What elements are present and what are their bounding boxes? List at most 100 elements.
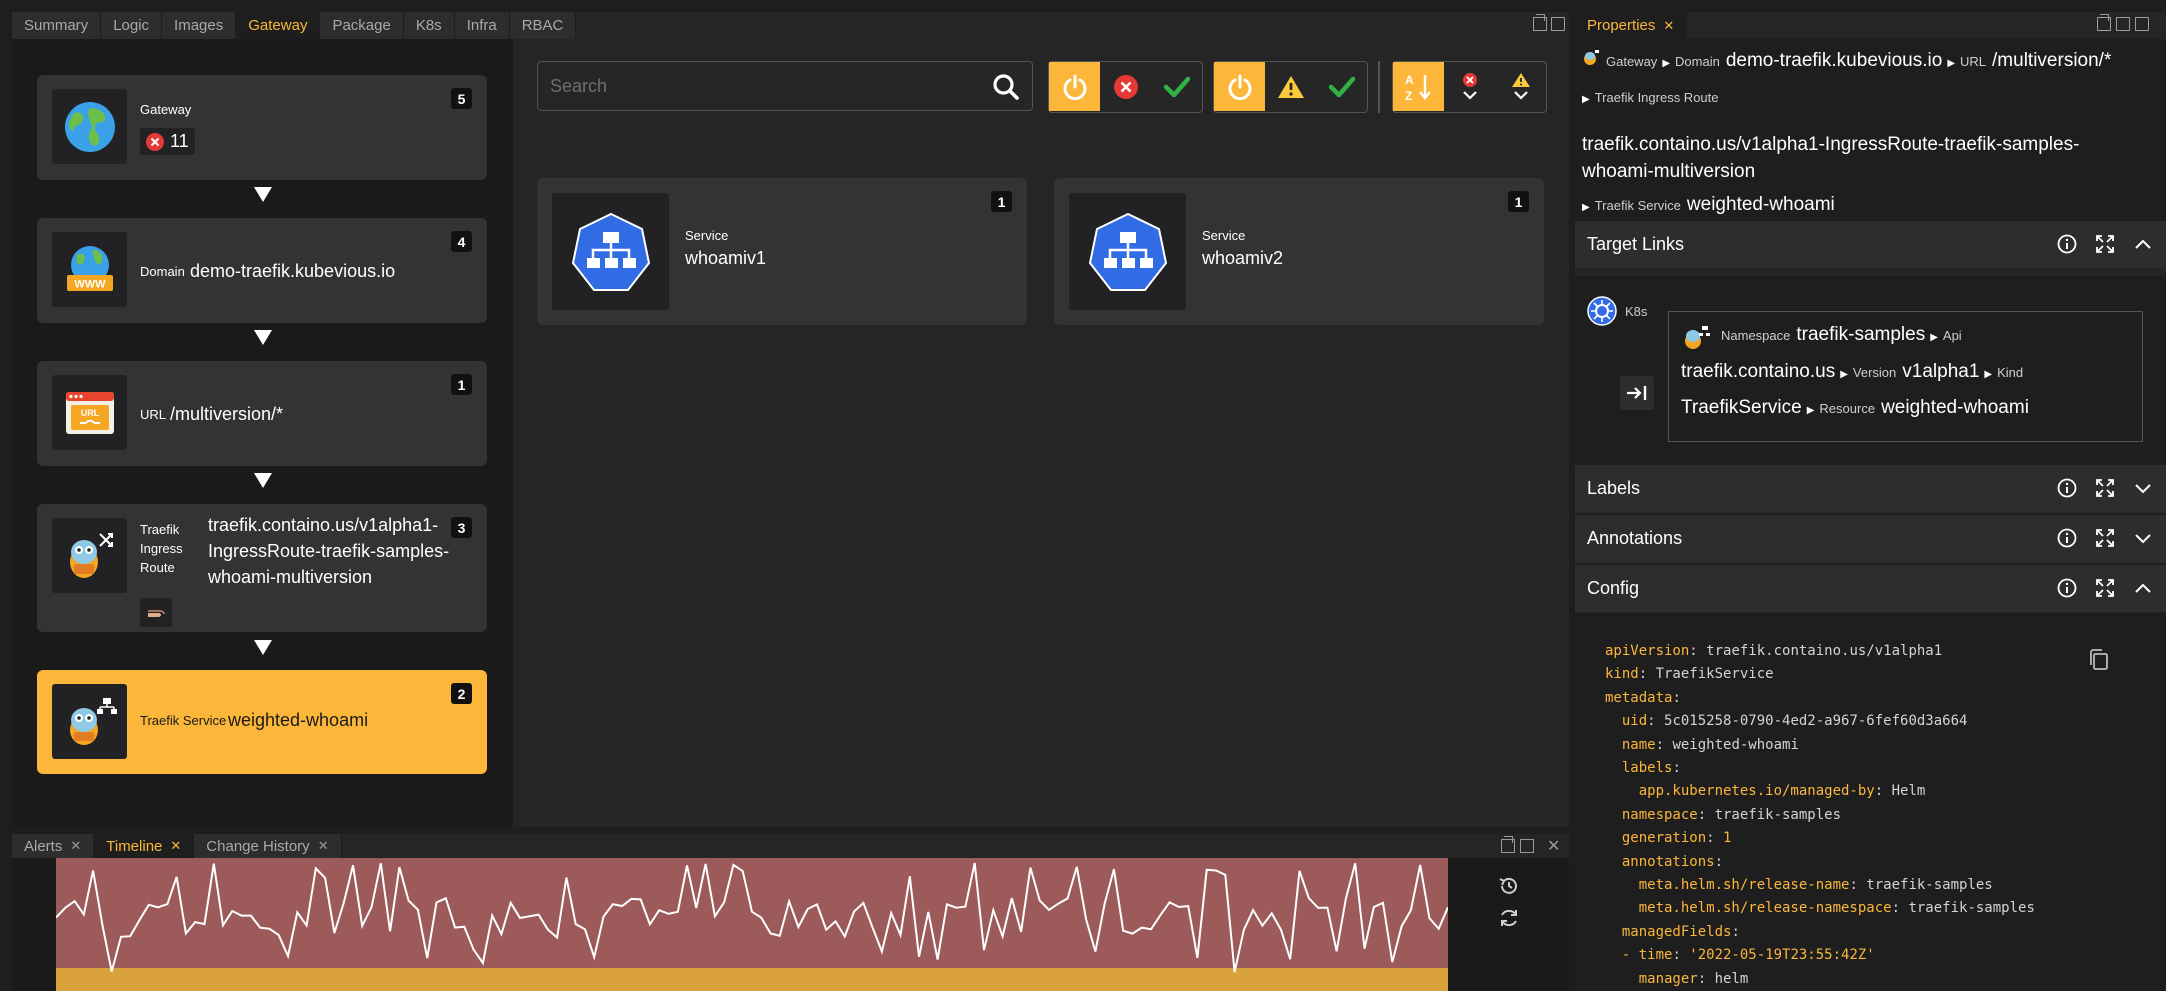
traefik-ingress-route-node[interactable]: Traefik Ingress Route traefik.containo.u… <box>37 504 487 632</box>
sort-warnings-button[interactable] <box>1495 62 1546 111</box>
k8s-service-icon <box>571 212 650 291</box>
tab-k8s[interactable]: K8s <box>403 12 455 39</box>
refresh-icon[interactable] <box>1497 906 1521 930</box>
maximize-panel-icon[interactable] <box>2116 17 2130 31</box>
section-title: Target Links <box>1587 234 1685 254</box>
error-filter-button[interactable] <box>1100 62 1151 111</box>
no-error-filter-button[interactable] <box>1151 62 1202 111</box>
tab-alerts[interactable]: Alerts ✕ <box>12 834 95 858</box>
info-icon[interactable] <box>2056 527 2078 549</box>
chain-arrow-icon <box>254 640 272 655</box>
domain-node[interactable]: WWW Domain demo-traefik.kubevious.io 4 <box>37 218 487 323</box>
config-key: kind <box>1605 666 1639 683</box>
tab-images[interactable]: Images <box>162 12 237 39</box>
close-icon[interactable]: ✕ <box>70 838 81 854</box>
info-icon[interactable] <box>2056 477 2078 499</box>
chevron-up-icon[interactable] <box>2132 577 2154 599</box>
tab-label: Summary <box>24 17 89 34</box>
traefik-service-node[interactable]: Traefik Service weighted-whoami 2 <box>37 670 487 774</box>
content-area: A Z <box>513 39 1569 827</box>
expand-icon[interactable] <box>2094 527 2116 549</box>
restore-panel-icon[interactable] <box>1533 14 1547 31</box>
tab-summary[interactable]: Summary <box>12 12 102 39</box>
error-badge[interactable]: 11 <box>140 128 195 155</box>
tab-rbac[interactable]: RBAC <box>509 12 577 39</box>
close-icon[interactable]: ✕ <box>1663 18 1674 34</box>
tab-logic[interactable]: Logic <box>101 12 163 39</box>
section-annotations[interactable]: Annotations <box>1575 514 2166 562</box>
close-icon[interactable]: ✕ <box>318 838 329 854</box>
timeline-chart[interactable] <box>56 858 1448 991</box>
tab-label: Timeline <box>106 837 163 855</box>
section-config[interactable]: Config <box>1575 564 2166 612</box>
tab-properties[interactable]: Properties ✕ <box>1575 12 1688 39</box>
warning-filter-button[interactable] <box>1265 62 1316 111</box>
expand-icon[interactable] <box>2094 477 2116 499</box>
history-icon[interactable] <box>1497 874 1521 898</box>
tab-label: Change History <box>206 837 310 855</box>
config-key: uid <box>1621 713 1648 730</box>
section-labels[interactable]: Labels <box>1575 464 2166 512</box>
section-title: Config <box>1587 578 1640 598</box>
maximize-panel-icon[interactable] <box>1520 839 1534 853</box>
no-warning-filter-button[interactable] <box>1316 62 1367 111</box>
target-link-box[interactable]: Namespace traefik-samples ▶ Api traefik.… <box>1668 311 2143 442</box>
chevron-up-icon[interactable] <box>2132 233 2154 255</box>
config-value: 5c015258-0790-4ed2-a967-6fef60d3a664 <box>1664 713 1968 730</box>
error-filter-toggle-button[interactable] <box>1049 62 1100 111</box>
gateway-icon-box <box>52 89 127 164</box>
node-count: 2 <box>451 683 472 704</box>
maximize-panel-icon[interactable] <box>2135 17 2149 31</box>
search-input[interactable] <box>550 72 970 100</box>
maximize-panel-icon[interactable] <box>1551 17 1565 31</box>
tab-infra[interactable]: Infra <box>454 12 510 39</box>
restore-panel-icon[interactable] <box>2097 14 2111 31</box>
chevron-down-icon[interactable] <box>2132 477 2154 499</box>
close-panel-icon[interactable]: ✕ <box>1547 836 1560 856</box>
copy-icon[interactable] <box>2088 648 2110 672</box>
close-icon[interactable]: ✕ <box>170 838 181 854</box>
service-name: whoamiv1 <box>685 248 767 268</box>
breadcrumb-gateway[interactable]: Gateway <box>1606 54 1657 69</box>
breadcrumb-ingress: ▶ Traefik Ingress Route <box>1582 90 1719 105</box>
config-key: labels <box>1621 760 1673 777</box>
toolbar-divider <box>1378 61 1380 113</box>
sort-errors-icon <box>1462 72 1477 100</box>
warning-filter-toggle-button[interactable] <box>1214 62 1265 111</box>
svg-text:WWW: WWW <box>74 278 106 290</box>
breadcrumb-domain[interactable]: demo-traefik.kubevious.io <box>1726 50 1943 72</box>
service-card[interactable]: Service whoamiv2 1 <box>1054 178 1544 325</box>
tab-change-history[interactable]: Change History ✕ <box>194 834 342 858</box>
node-name: /multiversion/* <box>170 404 284 424</box>
target-link-source: K8s <box>1587 296 1647 326</box>
sort-alpha-button[interactable]: A Z <box>1393 62 1444 111</box>
chevron-down-icon[interactable] <box>2132 527 2154 549</box>
breadcrumb-url[interactable]: /multiversion/* <box>1992 50 2111 72</box>
node-count: 1 <box>451 374 472 395</box>
restore-panel-icon[interactable] <box>1501 836 1515 853</box>
info-icon[interactable] <box>2056 577 2078 599</box>
section-target-links[interactable]: Target Links <box>1575 220 2166 268</box>
tab-gateway[interactable]: Gateway <box>236 12 321 39</box>
gateway-node[interactable]: Gateway 11 5 <box>37 75 487 180</box>
hand-marker-button[interactable] <box>140 598 172 627</box>
info-icon[interactable] <box>2056 233 2078 255</box>
expand-icon[interactable] <box>2094 233 2116 255</box>
tab-label: Package <box>332 17 391 34</box>
config-value: Helm <box>1891 783 1926 800</box>
version-label: Version <box>1852 365 1897 380</box>
goto-link-button[interactable] <box>1620 376 1654 410</box>
config-key: manager <box>1638 970 1698 987</box>
search-icon[interactable] <box>992 73 1020 101</box>
tab-timeline[interactable]: Timeline ✕ <box>94 834 195 858</box>
service-card[interactable]: Service whoamiv1 1 <box>537 178 1027 325</box>
error-icon <box>1113 74 1138 99</box>
tab-package[interactable]: Package <box>320 12 404 39</box>
breadcrumb-service-value[interactable]: weighted-whoami <box>1687 194 1835 216</box>
expand-icon[interactable] <box>2094 577 2116 599</box>
sort-errors-button[interactable] <box>1444 62 1495 111</box>
url-node[interactable]: URL URL /multiversion/* 1 <box>37 361 487 466</box>
tab-label: Alerts <box>24 837 63 855</box>
breadcrumb-ingress-label[interactable]: Traefik Ingress Route <box>1595 90 1719 105</box>
name-line: traefik.containo.us/v1alpha1- <box>208 515 439 535</box>
